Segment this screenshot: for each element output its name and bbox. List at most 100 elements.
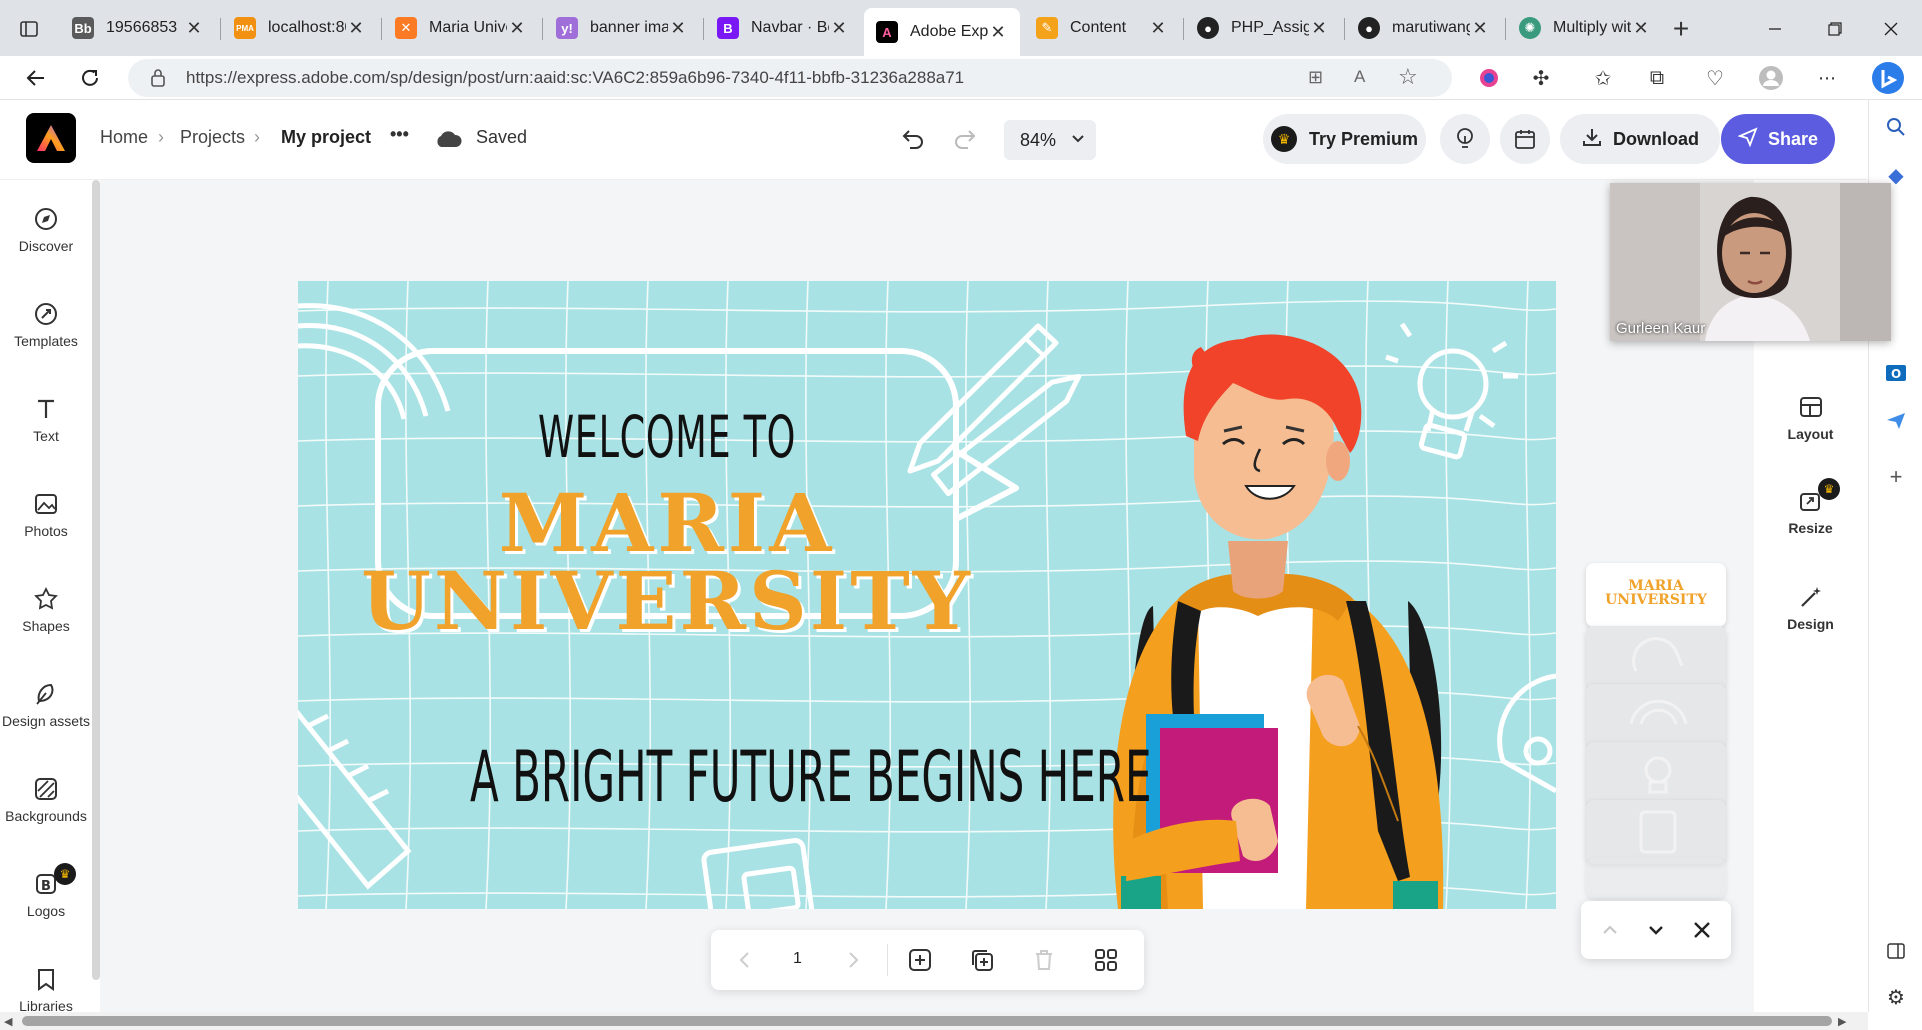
sidebar-toggle-icon[interactable] <box>1881 936 1911 966</box>
try-premium-button[interactable]: ♛ Try Premium <box>1263 114 1426 164</box>
gear-icon[interactable]: ⚙ <box>1881 982 1911 1012</box>
delete-page-icon[interactable] <box>1031 947 1057 978</box>
zoom-select[interactable]: 84% <box>1004 120 1096 160</box>
close-icon[interactable]: ✕ <box>668 18 688 39</box>
share-button[interactable]: Share <box>1721 114 1835 164</box>
send-icon[interactable] <box>1881 406 1911 436</box>
refresh-icon[interactable] <box>74 62 106 94</box>
undo-icon[interactable] <box>900 126 926 157</box>
rail-text[interactable]: Text <box>0 396 92 444</box>
breadcrumb-current-project[interactable]: My project <box>281 127 371 148</box>
rail-templates[interactable]: Templates <box>0 301 92 349</box>
extensions-icon[interactable]: ✣ <box>1526 63 1556 93</box>
share-label: Share <box>1767 128 1819 149</box>
tab-4[interactable]: y! banner imag ✕ <box>544 8 700 48</box>
rail-photos[interactable]: Photos <box>0 491 92 539</box>
chevron-up-icon[interactable] <box>1599 919 1621 946</box>
rail-backgrounds[interactable]: Backgrounds <box>0 776 92 824</box>
try-premium-label: Try Premium <box>1308 128 1419 149</box>
tab-5[interactable]: B Navbar · Bo ✕ <box>705 8 861 48</box>
page-thumbnail[interactable] <box>1586 626 1726 690</box>
tab-actions-icon[interactable] <box>14 14 44 44</box>
page-thumbnail-active[interactable]: MARIA UNIVERSITY <box>1586 563 1726 627</box>
tab-3[interactable]: ✕ Maria Unive ✕ <box>383 8 539 48</box>
tab-7[interactable]: ✎ Content ✕ <box>1024 8 1180 48</box>
download-button[interactable]: Download <box>1560 114 1720 164</box>
rail-logos[interactable]: B ♛ Logos <box>0 863 92 919</box>
copilot-icon[interactable] <box>1868 58 1908 98</box>
welcome-text[interactable]: WELCOME TO <box>465 403 870 471</box>
browser-essentials-icon[interactable]: ♡ <box>1700 63 1730 93</box>
profile-avatar[interactable] <box>1756 63 1786 93</box>
breadcrumb-projects[interactable]: Projects <box>180 127 245 148</box>
back-icon[interactable] <box>20 62 52 94</box>
rail-design[interactable]: Design <box>1754 584 1867 632</box>
tagline-text[interactable]: A BRIGHT FUTURE BEGINS HERE <box>470 736 1152 818</box>
tab-6-active[interactable]: A Adobe Expr ✕ <box>864 8 1020 56</box>
university-name-line1[interactable]: MARIA <box>378 483 956 563</box>
add-sidebar-item-icon[interactable]: + <box>1881 462 1911 492</box>
breadcrumb-home[interactable]: Home <box>100 127 148 148</box>
university-name-line2[interactable]: UNIVERSITY <box>358 561 976 641</box>
close-icon[interactable]: ✕ <box>988 22 1008 43</box>
rail-design-assets[interactable]: Design assets <box>0 681 92 729</box>
close-icon[interactable]: ✕ <box>507 18 527 39</box>
more-options-button[interactable]: ••• <box>390 124 409 145</box>
page-toolbar: 1 <box>711 930 1144 990</box>
tab-1[interactable]: Bb 19566853 ✕ <box>60 8 216 48</box>
scroll-left-arrow-icon[interactable]: ◀ <box>4 1015 12 1028</box>
tab-9[interactable]: ● marutiwang ✕ <box>1346 8 1502 48</box>
search-icon[interactable] <box>1881 112 1911 142</box>
close-icon[interactable]: ✕ <box>1470 18 1490 39</box>
outlook-icon[interactable]: O <box>1881 358 1911 388</box>
horizontal-scrollbar[interactable]: ◀ ▶ <box>0 1012 1868 1030</box>
rail-resize[interactable]: ♛ Resize <box>1754 478 1867 536</box>
collections-icon[interactable]: ⧉ <box>1642 63 1672 93</box>
close-icon[interactable]: ✕ <box>829 18 849 39</box>
close-icon[interactable]: ✕ <box>1631 18 1651 39</box>
rail-layout[interactable]: Layout <box>1754 394 1867 442</box>
schedule-button[interactable] <box>1500 114 1550 164</box>
favorite-star-icon[interactable]: ☆ <box>1398 64 1418 90</box>
tab-10[interactable]: ✺ Multiply wit ✕ <box>1507 8 1663 48</box>
duplicate-page-icon[interactable] <box>969 947 995 978</box>
window-close-icon[interactable] <box>1876 14 1906 44</box>
page-thumbnail[interactable] <box>1586 800 1726 864</box>
new-tab-button[interactable]: + <box>1664 12 1698 46</box>
next-page-icon[interactable] <box>843 949 863 976</box>
redo-icon[interactable] <box>952 126 978 157</box>
url-field[interactable]: https://express.adobe.com/sp/design/post… <box>128 59 1452 97</box>
design-artboard[interactable]: WELCOME TO MARIA UNIVERSITY A BRIGHT FUT… <box>298 281 1556 909</box>
tab-8[interactable]: ● PHP_Assign ✕ <box>1185 8 1341 48</box>
rail-scrollbar[interactable] <box>92 180 100 980</box>
ideas-button[interactable] <box>1440 114 1490 164</box>
rail-libraries[interactable]: Libraries <box>0 966 92 1014</box>
settings-more-icon[interactable]: ⋯ <box>1812 63 1842 93</box>
tab-2[interactable]: PMA localhost:80 ✕ <box>222 8 378 48</box>
scroll-right-arrow-icon[interactable]: ▶ <box>1838 1015 1846 1028</box>
restore-icon[interactable] <box>1820 14 1850 44</box>
adobe-express-logo[interactable] <box>26 113 76 163</box>
close-icon[interactable]: ✕ <box>346 18 366 39</box>
grid-view-icon[interactable] <box>1093 947 1119 978</box>
favorites-icon[interactable]: ✩ <box>1588 63 1618 93</box>
page-thumbnail[interactable] <box>1586 684 1726 748</box>
close-icon[interactable]: ✕ <box>184 18 204 39</box>
add-page-icon[interactable] <box>907 947 933 978</box>
page-number[interactable]: 1 <box>793 950 802 968</box>
page-thumbnail[interactable] <box>1586 858 1726 898</box>
close-icon[interactable]: ✕ <box>1148 18 1168 39</box>
read-aloud-icon[interactable]: A <box>1354 67 1365 87</box>
color-extension-icon[interactable] <box>1474 63 1504 93</box>
close-icon[interactable] <box>1691 919 1713 946</box>
horizontal-scroll-thumb[interactable] <box>22 1016 1832 1026</box>
chevron-down-icon[interactable] <box>1645 919 1667 946</box>
page-thumbnail[interactable] <box>1586 742 1726 806</box>
minimize-icon[interactable] <box>1760 14 1790 44</box>
apps-icon[interactable]: ⊞ <box>1308 67 1323 88</box>
close-icon[interactable]: ✕ <box>1309 18 1329 39</box>
previous-page-icon[interactable] <box>735 949 755 976</box>
rail-discover[interactable]: Discover <box>0 206 92 254</box>
rail-shapes[interactable]: Shapes <box>0 586 92 634</box>
video-call-overlay[interactable]: Gurleen Kaur <box>1610 183 1891 341</box>
